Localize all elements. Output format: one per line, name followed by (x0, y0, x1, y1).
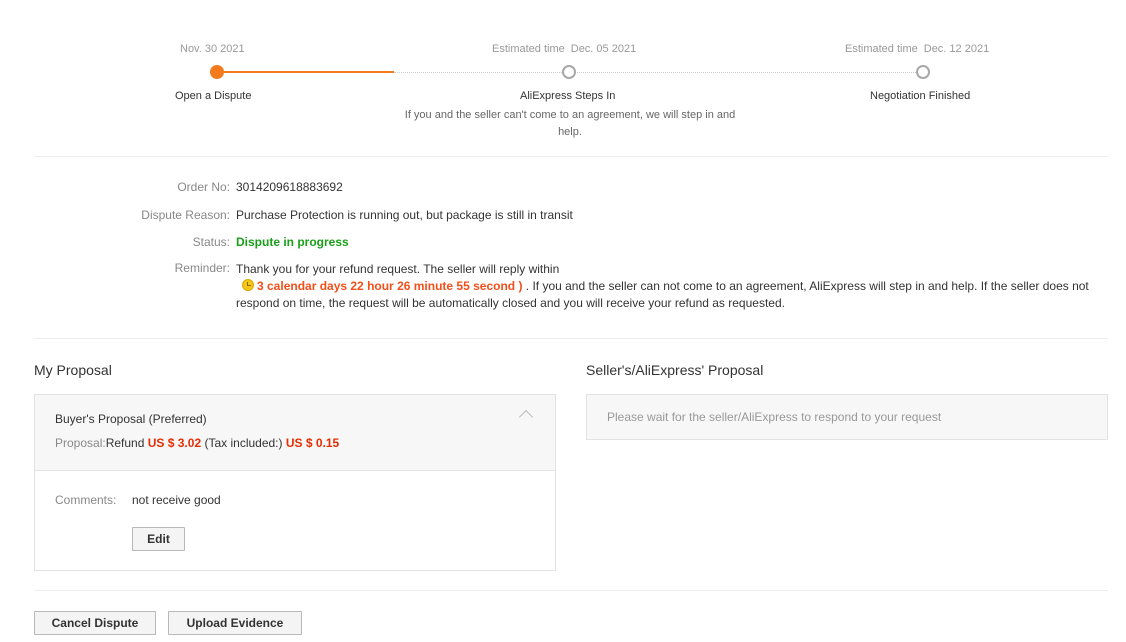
progress-line-complete (217, 71, 394, 73)
edit-button[interactable]: Edit (132, 527, 185, 551)
order-number-value: 3014209618883692 (236, 180, 343, 194)
seller-proposal-card: Please wait for the seller/AliExpress to… (586, 394, 1108, 440)
refund-text: Refund (105, 436, 145, 450)
step-2-marker (562, 65, 576, 79)
buyer-proposal-title: Buyer's Proposal (Preferred) (55, 412, 207, 426)
step-3-label: Negotiation Finished (870, 90, 971, 102)
buyer-proposal-header[interactable]: Buyer's Proposal (Preferred) Proposal:Re… (35, 395, 555, 471)
step-3-date-prefix: Estimated time (845, 43, 918, 55)
dispute-reason-value: Purchase Protection is running out, but … (236, 208, 573, 222)
step-2-description: If you and the seller can't come to an a… (404, 109, 736, 138)
buyer-proposal-card: Buyer's Proposal (Preferred) Proposal:Re… (34, 394, 556, 571)
step-3-date-value: Dec. 12 2021 (923, 43, 990, 55)
cancel-dispute-button[interactable]: Cancel Dispute (34, 611, 156, 635)
reminder-intro: Thank you for your refund request. The s… (236, 262, 560, 276)
reminder-text: Thank you for your refund request. The s… (236, 261, 1106, 312)
my-proposal-title: My Proposal (34, 362, 112, 378)
step-1-label: Open a Dispute (175, 90, 252, 102)
countdown-timer: 3 calendar days 22 hour 26 minute 55 sec… (257, 279, 523, 293)
step-3-marker (916, 65, 930, 79)
upload-evidence-button[interactable]: Upload Evidence (168, 611, 302, 635)
dispute-reason-label: Dispute Reason: (141, 208, 230, 222)
step-1-date-value: Nov. 30 2021 (180, 43, 245, 55)
divider (34, 156, 1108, 157)
status-badge: Dispute in progress (236, 235, 349, 249)
tax-amount: US $ 0.15 (285, 436, 340, 450)
dispute-progress: Nov. 30 2021 Estimated time Dec. 05 2021 … (0, 0, 1126, 150)
divider (34, 590, 1108, 591)
step-2-label: AliExpress Steps In (520, 90, 616, 102)
status-label: Status: (192, 235, 230, 249)
reminder-label: Reminder: (174, 261, 230, 275)
step-3-date: Estimated time Dec. 12 2021 (845, 43, 989, 55)
step-2-date: Estimated time Dec. 05 2021 (492, 43, 636, 55)
clock-icon (242, 279, 254, 291)
comments-value: not receive good (132, 493, 221, 507)
seller-proposal-title: Seller's/AliExpress' Proposal (586, 362, 764, 378)
step-1-date: Nov. 30 2021 (180, 43, 245, 55)
progress-line-pending (394, 72, 924, 73)
seller-wait-message: Please wait for the seller/AliExpress to… (607, 410, 942, 424)
tax-text: (Tax included:) (204, 436, 283, 450)
comments-label: Comments: (55, 493, 117, 507)
order-number-label: Order No: (177, 180, 230, 194)
divider (34, 338, 1108, 339)
step-2-date-value: Dec. 05 2021 (570, 43, 637, 55)
step-1-marker (210, 65, 224, 79)
refund-amount: US $ 3.02 (147, 436, 202, 450)
chevron-up-icon[interactable] (518, 409, 534, 425)
step-2-date-prefix: Estimated time (492, 43, 565, 55)
proposal-key: Proposal: (55, 436, 106, 450)
proposal-summary: Proposal:Refund US $ 3.02 (Tax included:… (55, 436, 339, 450)
